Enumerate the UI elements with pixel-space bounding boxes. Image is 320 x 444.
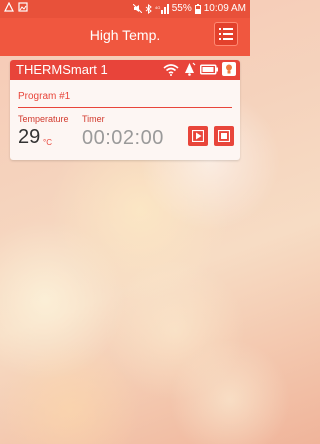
device-card[interactable]: THERMSmart 1 Program #1 Temperature Time… bbox=[10, 60, 240, 160]
stop-button[interactable] bbox=[214, 126, 234, 146]
status-right-icons: 4G 55% 10:09 AM bbox=[132, 3, 246, 14]
light-bulb-icon bbox=[226, 64, 232, 74]
bluetooth-icon bbox=[145, 3, 152, 14]
stop-icon bbox=[218, 130, 230, 142]
menu-button[interactable] bbox=[214, 22, 238, 46]
play-button[interactable] bbox=[188, 126, 208, 146]
program-divider bbox=[18, 107, 232, 108]
svg-text:4G: 4G bbox=[155, 5, 160, 10]
mute-icon bbox=[132, 4, 142, 13]
timer-label: Timer bbox=[82, 114, 105, 124]
program-label: Program #1 bbox=[18, 91, 71, 102]
status-left-icons bbox=[4, 1, 28, 12]
alarm-bell-icon bbox=[185, 62, 196, 76]
timer-value: 00:02:00 bbox=[82, 127, 164, 149]
app-bar: High Temp. bbox=[0, 18, 250, 56]
battery-percent: 55% bbox=[171, 3, 192, 14]
page-title: High Temp. bbox=[89, 27, 161, 43]
clock: 10:09 AM bbox=[203, 3, 246, 14]
wifi-icon bbox=[163, 63, 179, 76]
play-icon bbox=[192, 130, 204, 142]
temperature-value: 29 bbox=[18, 126, 41, 148]
device-name: THERMSmart 1 bbox=[16, 62, 108, 77]
temperature-unit: °C bbox=[43, 138, 52, 147]
temperature-label: Temperature bbox=[18, 114, 69, 124]
image-icon bbox=[18, 2, 28, 12]
battery-icon bbox=[200, 64, 218, 74]
device-status-icons bbox=[163, 62, 236, 76]
lte-signal-icon: 4G bbox=[155, 3, 169, 14]
list-menu-icon bbox=[219, 28, 233, 40]
device-card-header: THERMSmart 1 bbox=[10, 60, 240, 80]
notification-icon bbox=[4, 1, 14, 12]
status-bar: 4G 55% 10:09 AM bbox=[0, 0, 250, 18]
light-toggle[interactable] bbox=[222, 62, 236, 76]
battery-icon bbox=[194, 3, 201, 14]
